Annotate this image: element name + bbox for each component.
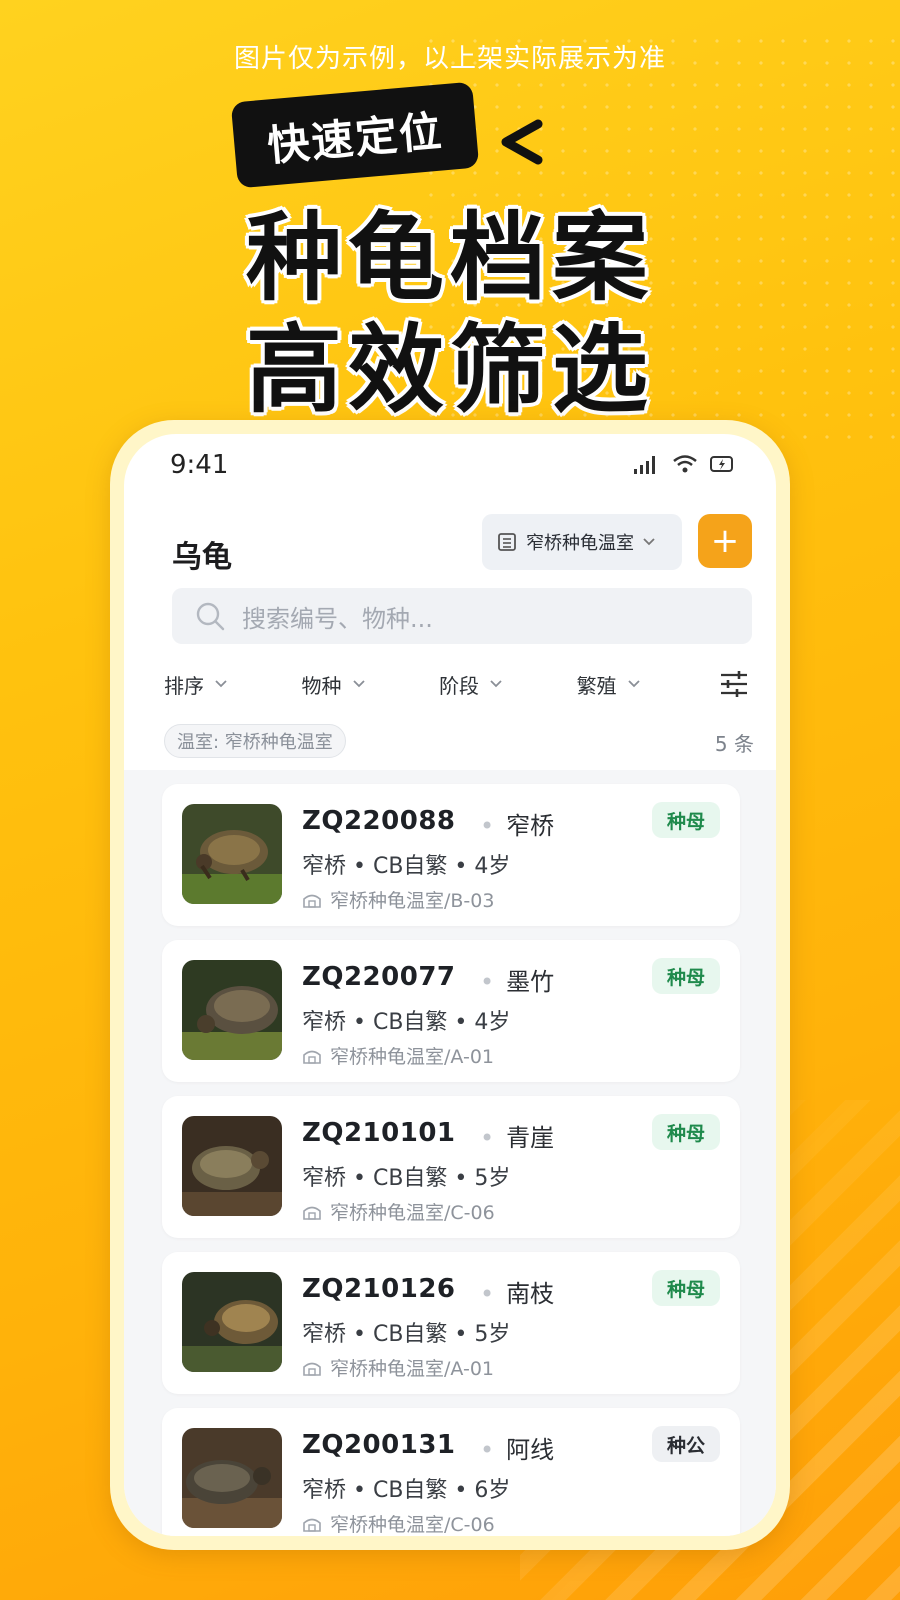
greenhouse-select[interactable]: 窄桥种龟温室 bbox=[482, 514, 682, 570]
filter-bar: 排序 物种 阶段 繁殖 bbox=[164, 660, 754, 708]
app-screen: 9:41 乌龟 窄桥种龟温室 + 搜索编号、物种... 排序 物种 阶段 繁殖 … bbox=[124, 434, 776, 1536]
turtle-location: 窄桥种龟温室/A-01 bbox=[302, 1042, 494, 1069]
dot-separator: • bbox=[480, 1436, 495, 1464]
turtle-location-text: 窄桥种龟温室/A-01 bbox=[330, 1046, 495, 1068]
headline-line-2: 高效筛选 bbox=[246, 314, 654, 426]
turtle-location-text: 窄桥种龟温室/C-06 bbox=[330, 1202, 495, 1224]
greenhouse-icon bbox=[303, 1518, 321, 1532]
active-filter-chip[interactable]: 温室: 窄桥种龟温室 bbox=[164, 724, 346, 758]
turtle-location: 窄桥种龟温室/C-06 bbox=[302, 1510, 495, 1536]
turtle-meta: 窄桥 • CB自繁 • 5岁 bbox=[302, 1166, 511, 1191]
turtle-name: 阿线 bbox=[506, 1436, 555, 1464]
role-badge: 种母 bbox=[652, 1270, 720, 1306]
turtle-meta: 窄桥 • CB自繁 • 4岁 bbox=[302, 854, 511, 879]
building-icon bbox=[498, 533, 516, 551]
turtle-photo bbox=[182, 1116, 282, 1216]
turtle-card[interactable]: ZQ210101 • 青崖 窄桥 • CB自繁 • 5岁 窄桥种龟温室/C-06 … bbox=[162, 1096, 740, 1238]
turtle-list: ZQ220088 • 窄桥 窄桥 • CB自繁 • 4岁 窄桥种龟温室/B-03 … bbox=[124, 770, 776, 1536]
turtle-name: 窄桥 bbox=[506, 812, 555, 840]
greenhouse-icon bbox=[303, 1206, 321, 1220]
turtle-code: ZQ210126 bbox=[302, 1274, 456, 1304]
turtle-code: ZQ210101 bbox=[302, 1118, 456, 1148]
turtle-location: 窄桥种龟温室/A-01 bbox=[302, 1354, 494, 1381]
battery-charging-icon bbox=[710, 456, 733, 472]
turtle-meta: 窄桥 • CB自繁 • 4岁 bbox=[302, 1010, 511, 1035]
signal-icon bbox=[634, 456, 655, 474]
dot-separator: • bbox=[480, 968, 495, 996]
status-bar: 9:41 bbox=[124, 446, 776, 490]
dot-separator: • bbox=[480, 1280, 495, 1308]
turtle-location: 窄桥种龟温室/B-03 bbox=[302, 886, 494, 913]
greenhouse-icon bbox=[303, 894, 321, 908]
greenhouse-select-label: 窄桥种龟温室 bbox=[526, 533, 634, 554]
chevron-left-icon bbox=[501, 119, 543, 165]
disclaimer-text: 图片仅为示例，以上架实际展示为准 bbox=[233, 44, 666, 74]
filter-breeding[interactable]: 繁殖 bbox=[577, 670, 715, 699]
filter-stage[interactable]: 阶段 bbox=[439, 670, 577, 699]
chevron-down-icon bbox=[643, 538, 655, 546]
promo-tag-label: 快速定位 bbox=[265, 105, 446, 171]
chevron-down-icon bbox=[215, 680, 227, 688]
role-badge: 种母 bbox=[652, 958, 720, 994]
result-count: 5 条 bbox=[714, 732, 754, 756]
filter-species[interactable]: 物种 bbox=[302, 670, 440, 699]
turtle-code: ZQ220077 bbox=[302, 962, 456, 992]
turtle-card[interactable]: ZQ220088 • 窄桥 窄桥 • CB自繁 • 4岁 窄桥种龟温室/B-03 … bbox=[162, 784, 740, 926]
role-badge: 种母 bbox=[652, 802, 720, 838]
filter-sort[interactable]: 排序 bbox=[164, 670, 302, 699]
turtle-location: 窄桥种龟温室/C-06 bbox=[302, 1198, 495, 1225]
chevron-down-icon bbox=[490, 680, 502, 688]
turtle-card[interactable]: ZQ210126 • 南枝 窄桥 • CB自繁 • 5岁 窄桥种龟温室/A-01 … bbox=[162, 1252, 740, 1394]
turtle-meta: 窄桥 • CB自繁 • 6岁 bbox=[302, 1478, 511, 1503]
phone-frame: 9:41 乌龟 窄桥种龟温室 + 搜索编号、物种... 排序 物种 阶段 繁殖 … bbox=[110, 420, 790, 1550]
turtle-name: 青崖 bbox=[506, 1124, 555, 1152]
dot-separator: • bbox=[480, 812, 495, 840]
chevron-down-icon bbox=[352, 680, 365, 688]
turtle-code: ZQ200131 bbox=[302, 1430, 456, 1460]
filter-stage-label: 阶段 bbox=[439, 673, 480, 698]
role-badge: 种公 bbox=[652, 1426, 720, 1462]
turtle-code: ZQ220088 bbox=[302, 806, 456, 836]
turtle-name: 墨竹 bbox=[506, 968, 555, 996]
page-title: 乌龟 bbox=[172, 540, 232, 575]
filter-species-label: 物种 bbox=[301, 673, 342, 698]
role-badge: 种母 bbox=[652, 1114, 720, 1150]
turtle-photo bbox=[182, 1272, 282, 1372]
greenhouse-icon bbox=[303, 1362, 321, 1376]
turtle-card[interactable]: ZQ220077 • 墨竹 窄桥 • CB自繁 • 4岁 窄桥种龟温室/A-01 … bbox=[162, 940, 740, 1082]
filter-breeding-label: 繁殖 bbox=[576, 673, 617, 698]
turtle-card[interactable]: ZQ200131 • 阿线 窄桥 • CB自繁 • 6岁 窄桥种龟温室/C-06 … bbox=[162, 1408, 740, 1536]
status-time: 9:41 bbox=[170, 450, 229, 480]
turtle-name: 南枝 bbox=[506, 1280, 555, 1308]
advanced-filter-button[interactable] bbox=[714, 664, 754, 704]
chevron-down-icon bbox=[627, 680, 640, 688]
search-input[interactable]: 搜索编号、物种... bbox=[172, 588, 752, 644]
status-icons bbox=[634, 454, 736, 474]
dot-separator: • bbox=[480, 1124, 495, 1152]
turtle-location-text: 窄桥种龟温室/C-06 bbox=[330, 1514, 495, 1536]
turtle-photo bbox=[182, 1428, 282, 1528]
turtle-photo bbox=[182, 804, 282, 904]
search-placeholder: 搜索编号、物种... bbox=[242, 604, 433, 633]
turtle-photo bbox=[182, 960, 282, 1060]
wifi-icon bbox=[673, 455, 697, 473]
greenhouse-icon bbox=[303, 1050, 321, 1064]
add-turtle-button[interactable]: + bbox=[698, 514, 752, 568]
turtle-location-text: 窄桥种龟温室/A-01 bbox=[330, 1358, 495, 1380]
turtle-location-text: 窄桥种龟温室/B-03 bbox=[330, 890, 495, 912]
filter-sort-label: 排序 bbox=[164, 673, 204, 698]
search-icon bbox=[196, 602, 225, 631]
active-filter-row: 温室: 窄桥种龟温室 5 条 bbox=[164, 724, 754, 758]
sliders-icon bbox=[721, 671, 748, 697]
turtle-meta: 窄桥 • CB自繁 • 5岁 bbox=[302, 1322, 511, 1347]
